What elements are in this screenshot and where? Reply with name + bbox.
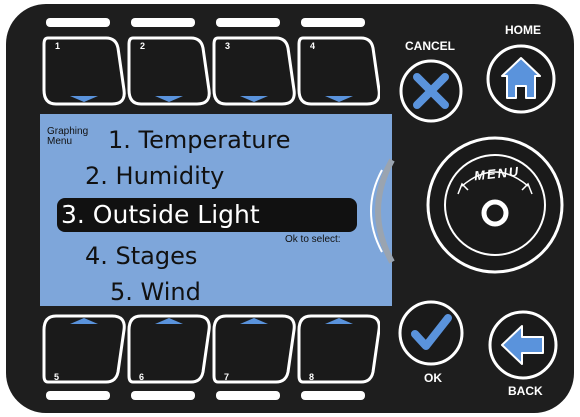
soft-key-2-number: 2 (140, 41, 146, 51)
soft-key-3-number: 3 (225, 41, 231, 51)
indicator-bar-2 (131, 18, 195, 27)
home-button[interactable] (484, 42, 558, 116)
menu-item-wind[interactable]: 5. Wind (110, 278, 201, 306)
indicator-bar-6 (131, 391, 195, 400)
indicator-bar-5 (46, 391, 110, 400)
scroll-wheel-arc (370, 158, 395, 264)
cancel-label: CANCEL (405, 39, 455, 53)
screen-header-line2: Menu (47, 136, 73, 147)
indicator-bar-4 (301, 18, 365, 27)
top-soft-keys (42, 36, 380, 106)
ok-button[interactable] (396, 298, 466, 368)
ok-hint: Ok to select: (285, 234, 341, 245)
menu-item-outside-light-label: 3. Outside Light (61, 200, 260, 229)
bottom-soft-keys (42, 314, 380, 384)
back-button[interactable] (486, 308, 560, 382)
cancel-button[interactable] (398, 58, 464, 124)
indicator-bar-8 (301, 391, 365, 400)
soft-key-1-number: 1 (55, 41, 61, 51)
menu-item-temperature[interactable]: 1. Temperature (108, 126, 291, 154)
menu-item-humidity[interactable]: 2. Humidity (85, 162, 224, 190)
back-label: BACK (508, 384, 543, 398)
lcd-screen: Graphing Menu 1. Temperature 2. Humidity… (40, 114, 392, 306)
menu-item-outside-light[interactable]: 3. Outside Light (57, 198, 357, 232)
soft-key-6-number: 6 (139, 372, 145, 382)
indicator-bar-7 (216, 391, 280, 400)
soft-key-4-number: 4 (310, 41, 316, 51)
ok-label: OK (424, 371, 442, 385)
indicator-bar-3 (216, 18, 280, 27)
home-label: HOME (505, 23, 541, 37)
soft-key-5-number: 5 (54, 372, 60, 382)
soft-key-8-number: 8 (309, 372, 315, 382)
soft-key-7-number: 7 (224, 372, 230, 382)
menu-item-stages[interactable]: 4. Stages (85, 242, 197, 270)
menu-dial[interactable] (424, 134, 566, 276)
indicator-bar-1 (46, 18, 110, 27)
